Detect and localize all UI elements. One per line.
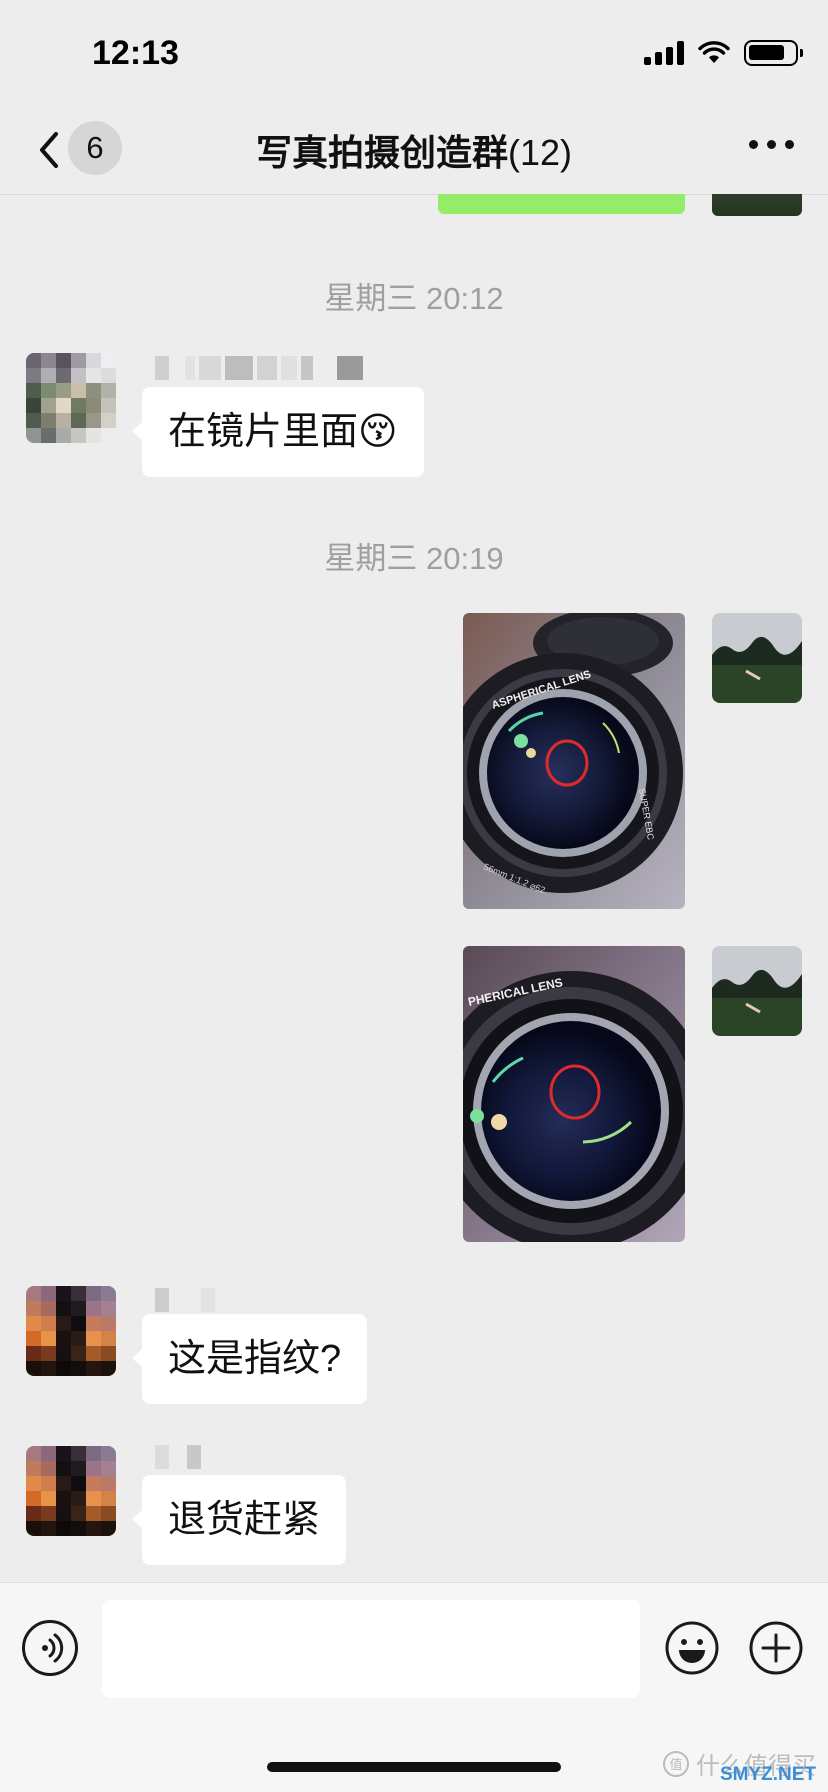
message-bubble-received[interactable]: 这是指纹? — [131, 1314, 368, 1404]
sender-name-3-obscured — [155, 1444, 201, 1470]
watermark-sub: SMYZ.NET — [719, 1764, 816, 1785]
message-bubble-received[interactable]: 在镜片里面😚 — [132, 387, 424, 477]
member-count: (12) — [507, 132, 573, 173]
photo-message-lens-1[interactable]: ASPHERICAL LENS SUPER EBC 56mm 1:1.2 ⌀62 — [463, 613, 685, 909]
plus-button-icon[interactable] — [748, 1620, 804, 1676]
avatar-sender-2[interactable] — [26, 1286, 116, 1376]
status-time: 12:13 — [92, 34, 179, 72]
photo-message-lens-2[interactable]: PHERICAL LENS — [463, 946, 685, 1242]
avatar-sender-2[interactable] — [26, 1446, 116, 1536]
sender-name-1-obscured — [155, 355, 363, 381]
avatar-self-partial[interactable] — [712, 194, 802, 216]
message-input[interactable] — [102, 1600, 640, 1698]
lens-photo-2: PHERICAL LENS — [463, 946, 685, 1242]
emoji-button-icon[interactable] — [664, 1620, 720, 1676]
timestamp: 星期三 20:19 — [324, 541, 504, 576]
status-bar: 12:13 — [0, 0, 828, 108]
svg-text:值: 值 — [669, 1757, 682, 1773]
wifi-icon — [698, 41, 730, 63]
voice-input-button[interactable] — [22, 1620, 78, 1676]
chat-title: 写真拍摄创造群(12) — [0, 124, 828, 176]
group-name: 写真拍摄创造群 — [255, 132, 508, 173]
timestamp: 星期三 20:12 — [324, 281, 504, 316]
more-options-icon[interactable] — [749, 140, 794, 149]
home-indicator — [267, 1762, 561, 1772]
avatar-sender-1[interactable] — [26, 353, 116, 443]
cellular-signal-icon — [644, 41, 684, 65]
lens-photo-1: ASPHERICAL LENS SUPER EBC 56mm 1:1.2 ⌀62 — [463, 613, 685, 909]
watermark-logo-icon: 值 — [663, 1750, 689, 1777]
message-bubble-received[interactable]: 退货赶紧 — [131, 1475, 347, 1565]
avatar-self[interactable] — [712, 946, 802, 1036]
avatar-self[interactable] — [712, 613, 802, 703]
sent-bubble-partial[interactable] — [438, 194, 685, 214]
voice-icon — [42, 1633, 64, 1663]
status-icons — [644, 40, 803, 66]
battery-level — [749, 45, 784, 60]
battery-icon — [744, 40, 803, 66]
sender-name-2-obscured — [155, 1287, 215, 1313]
